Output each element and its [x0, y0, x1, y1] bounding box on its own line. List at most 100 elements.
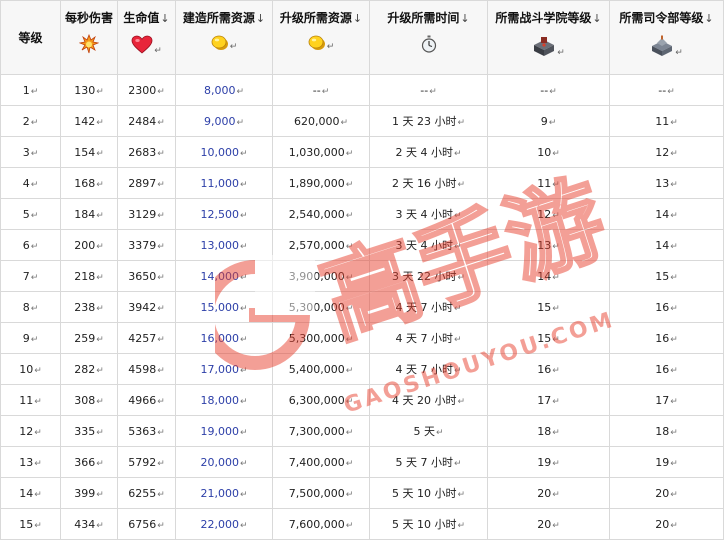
header-hp[interactable]: 生命值↓ ↵	[117, 0, 176, 75]
cell-req-academy: 20↵	[487, 477, 610, 509]
header-req-academy[interactable]: 所需战斗学院等级↓ ↵	[487, 0, 610, 75]
return-mark-icon: ↵	[157, 334, 165, 345]
cell-upgrade-time: 3 天 22 小时↵	[369, 260, 488, 292]
return-mark-icon: ↵	[96, 303, 104, 314]
return-mark-icon: ↵	[229, 42, 238, 52]
cell-upgrade-cost-value: 6,300,000	[288, 393, 345, 407]
page: 等级 每秒伤害 生命值↓ ↵ 建造所需资源↓ ↵ 升级所需资源↓ ↵ 升级所需时…	[0, 0, 725, 542]
cell-dps: 218↵	[60, 260, 118, 292]
return-mark-icon: ↵	[239, 241, 248, 252]
cell-upgrade-cost-value: --	[312, 83, 321, 97]
cell-upgrade-time-value: 1 天 23 小时	[391, 115, 457, 128]
cell-upgrade-cost: 3,900,000↵	[272, 260, 370, 292]
return-mark-icon: ↵	[552, 427, 560, 438]
return-mark-icon: ↵	[96, 272, 104, 283]
cell-req-hq: 17↵	[609, 384, 724, 416]
table-row: 13↵ 366↵ 5792↵ 20,000↵ 7,400,000↵ 5 天 7 小时↵ 19…	[0, 446, 724, 478]
cell-req-academy: 19↵	[487, 446, 610, 478]
cell-dps: 366↵	[60, 446, 118, 478]
return-mark-icon: ↵	[670, 489, 678, 500]
sort-arrow-icon[interactable]: ↓	[704, 12, 713, 25]
upgrade-table: 等级 每秒伤害 生命值↓ ↵ 建造所需资源↓ ↵ 升级所需资源↓ ↵ 升级所需时…	[0, 0, 724, 540]
cell-hp-value: 2897	[128, 176, 157, 190]
cell-upgrade-time-value: 4 天 7 小时	[395, 332, 453, 345]
cell-req-hq-value: 14	[655, 238, 670, 252]
return-mark-icon: ↵	[457, 118, 466, 128]
return-mark-icon: ↵	[239, 303, 248, 314]
return-mark-icon: ↵	[345, 365, 354, 376]
cell-req-academy: 20↵	[487, 508, 610, 540]
cell-hp: 2300↵	[117, 74, 176, 106]
cell-upgrade-cost-value: 1,890,000	[288, 176, 345, 190]
cell-level: 12↵	[0, 415, 61, 447]
return-mark-icon: ↵	[548, 117, 557, 128]
return-mark-icon: ↵	[552, 365, 560, 376]
cell-build-cost: 9,000↵	[175, 105, 273, 137]
cell-upgrade-time: 3 天 4 小时↵	[369, 198, 488, 230]
cell-dps: 238↵	[60, 291, 118, 323]
return-mark-icon: ↵	[340, 117, 349, 128]
return-mark-icon: ↵	[96, 520, 104, 531]
return-mark-icon: ↵	[157, 148, 165, 159]
cell-dps: 282↵	[60, 353, 118, 385]
sort-arrow-icon[interactable]: ↓	[160, 12, 169, 25]
cell-hp: 6255↵	[117, 477, 176, 509]
return-mark-icon: ↵	[345, 427, 354, 438]
cell-req-academy: 17↵	[487, 384, 610, 416]
return-mark-icon: ↵	[453, 242, 462, 252]
return-mark-icon: ↵	[675, 48, 683, 58]
sort-arrow-icon[interactable]: ↓	[592, 12, 601, 25]
cell-req-hq: 19↵	[609, 446, 724, 478]
return-mark-icon: ↵	[453, 459, 462, 469]
cell-req-academy-value: 15	[537, 300, 552, 314]
cell-upgrade-cost: 2,570,000↵	[272, 229, 370, 261]
return-mark-icon: ↵	[30, 210, 39, 221]
cell-upgrade-time: 4 天 7 小时↵	[369, 353, 488, 385]
table-row: 11↵ 308↵ 4966↵ 18,000↵ 6,300,000↵ 4 天 20 小时↵ 1…	[0, 384, 724, 416]
return-mark-icon: ↵	[457, 397, 466, 407]
return-mark-icon: ↵	[457, 180, 466, 190]
return-mark-icon: ↵	[157, 117, 165, 128]
return-mark-icon: ↵	[552, 489, 560, 500]
return-mark-icon: ↵	[236, 86, 245, 97]
cell-dps-value: 282	[74, 362, 96, 376]
sort-arrow-icon[interactable]: ↓	[460, 12, 469, 25]
header-upgrade-cost[interactable]: 升级所需资源↓ ↵	[272, 0, 370, 75]
cell-build-cost-value: 11,000	[200, 176, 239, 190]
cell-dps: 184↵	[60, 198, 118, 230]
sort-arrow-icon[interactable]: ↓	[256, 12, 265, 25]
cell-hp: 4257↵	[117, 322, 176, 354]
header-level[interactable]: 等级	[0, 0, 61, 75]
sort-arrow-icon[interactable]: ↓	[353, 12, 362, 25]
cell-dps: 154↵	[60, 136, 118, 168]
header-req-hq[interactable]: 所需司令部等级↓ ↵	[609, 0, 724, 75]
header-upgrade-time[interactable]: 升级所需时间↓	[369, 0, 488, 75]
cell-level-value: 11	[19, 393, 34, 407]
cell-upgrade-time: 5 天↵	[369, 415, 488, 447]
return-mark-icon: ↵	[670, 210, 678, 221]
cell-level: 4↵	[0, 167, 61, 199]
cell-build-cost-value: 17,000	[200, 362, 239, 376]
cell-hp-value: 4257	[128, 331, 157, 345]
cell-req-hq: 16↵	[609, 291, 724, 323]
cell-upgrade-cost: 1,890,000↵	[272, 167, 370, 199]
header-build-cost[interactable]: 建造所需资源↓ ↵	[175, 0, 273, 75]
cell-upgrade-cost: 2,540,000↵	[272, 198, 370, 230]
return-mark-icon: ↵	[345, 210, 354, 221]
return-mark-icon: ↵	[670, 365, 678, 376]
cell-hp: 3379↵	[117, 229, 176, 261]
cell-hp: 5363↵	[117, 415, 176, 447]
return-mark-icon: ↵	[435, 428, 444, 438]
return-mark-icon: ↵	[345, 396, 354, 407]
return-mark-icon: ↵	[552, 396, 560, 407]
return-mark-icon: ↵	[453, 149, 462, 159]
cell-dps-value: 366	[74, 455, 96, 469]
cell-upgrade-time-value: 3 天 22 小时	[391, 270, 457, 283]
table-row: 14↵ 399↵ 6255↵ 21,000↵ 7,500,000↵ 5 天 10 小时↵ 2…	[0, 477, 724, 509]
header-hp-label: 生命值	[123, 11, 160, 25]
cell-dps-value: 399	[74, 486, 96, 500]
return-mark-icon: ↵	[239, 365, 248, 376]
return-mark-icon: ↵	[345, 520, 354, 531]
return-mark-icon: ↵	[34, 427, 42, 438]
header-dps[interactable]: 每秒伤害	[60, 0, 118, 75]
